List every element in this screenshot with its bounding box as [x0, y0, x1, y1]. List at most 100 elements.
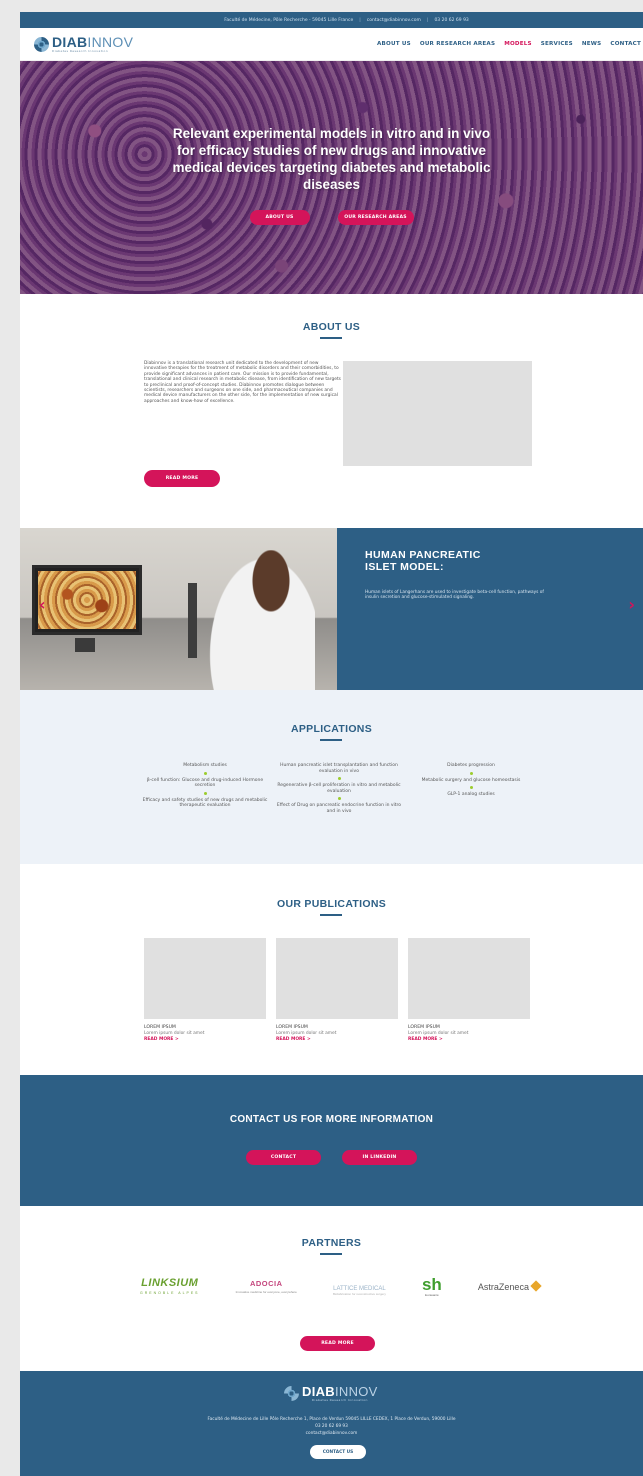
publication-read-more-link[interactable]: READ MORE > — [144, 1037, 266, 1042]
applications-column-1: Metabolism studies β-cell function: Gluc… — [140, 763, 270, 810]
nav-item-research-areas[interactable]: OUR RESEARCH AREAS — [420, 41, 495, 47]
application-item: Effect of Drug on pancreatic endocrine f… — [276, 803, 402, 814]
applications-title-underline — [320, 739, 342, 741]
footer-contact-us-button[interactable]: CONTACT US — [310, 1445, 366, 1459]
publications-section: OUR PUBLICATIONS LOREM IPSUM Lorem ipsum… — [20, 864, 643, 1075]
publication-image-placeholder — [276, 938, 398, 1019]
logo-name-bold: DIAB — [52, 34, 88, 50]
partner-logo-name: LINKSIUM — [141, 1277, 199, 1289]
application-item: Metabolic surgery and glucose homeostasi… — [421, 777, 521, 783]
publication-excerpt: Lorem ipsum dolor sit amet — [276, 1031, 337, 1036]
slider-prev-arrow-icon[interactable]: ‹ — [39, 597, 46, 613]
partner-logos: LINKSIUM GRENOBLE ALPES ADOCIA Innovativ… — [140, 1272, 542, 1300]
topbar-separator: | — [359, 17, 361, 23]
nav-item-models[interactable]: MODELS — [504, 41, 532, 47]
slider-next-arrow-icon[interactable]: › — [628, 597, 635, 613]
topbar-phone[interactable]: 03 20 62 69 93 — [434, 18, 468, 23]
linkedin-button[interactable]: IN LINKEDIN — [342, 1150, 417, 1165]
lab-photo — [20, 528, 337, 690]
publication-excerpt: Lorem ipsum dolor sit amet — [144, 1031, 205, 1036]
partners-title: PARTNERS — [301, 1237, 362, 1249]
bullet-dot-icon — [469, 786, 473, 790]
publication-title: LOREM IPSUM — [144, 1025, 176, 1030]
publication-card[interactable]: LOREM IPSUM Lorem ipsum dolor sit amet R… — [276, 938, 398, 1042]
publication-image-placeholder — [408, 938, 530, 1019]
partner-logo-adocia[interactable]: ADOCIA Innovative medicine for everyone,… — [236, 1272, 297, 1300]
about-title-underline — [320, 337, 342, 339]
topbar-address: Faculté de Médecine, Pôle Recherche - 59… — [224, 17, 354, 23]
about-title: ABOUT US — [302, 321, 361, 333]
application-item: Regenerative β-cell proliferation in vit… — [277, 783, 401, 794]
nav-item-contact[interactable]: CONTACT — [610, 41, 641, 47]
publication-read-more-link[interactable]: READ MORE > — [408, 1037, 530, 1042]
partner-logo-eurasante[interactable]: sh Eurasanté — [422, 1272, 442, 1300]
partner-logo-lattice-medical[interactable]: LATTICE MEDICAL Biofabrication for recon… — [333, 1272, 386, 1300]
footer-logo-name: DIABINNOV — [302, 1385, 378, 1398]
logo-text: DIABINNOV Diabetes Research Innovation — [52, 35, 133, 53]
partner-logo-sub: GRENOBLE ALPES — [140, 1291, 200, 1295]
hero-research-areas-button[interactable]: OUR RESEARCH AREAS — [337, 210, 414, 225]
publication-image-placeholder — [144, 938, 266, 1019]
site-logo[interactable]: DIABINNOV Diabetes Research Innovation — [34, 35, 133, 53]
slide-title-line-1: HUMAN PANCREATIC — [365, 549, 481, 561]
nav-item-news[interactable]: NEWS — [582, 41, 602, 47]
publications-title: OUR PUBLICATIONS — [276, 898, 387, 910]
publication-excerpt: Lorem ipsum dolor sit amet — [408, 1031, 469, 1036]
logo-name-light: INNOV — [87, 34, 134, 50]
bullet-dot-icon — [337, 777, 341, 781]
footer-phone[interactable]: 03 20 62 69 93 — [20, 1424, 643, 1429]
footer-email[interactable]: contact@diabinnov.com — [20, 1431, 643, 1436]
logo-flower-icon — [34, 36, 49, 52]
partner-logo-linksium[interactable]: LINKSIUM GRENOBLE ALPES — [140, 1272, 200, 1300]
application-item: GLP-1 analog studies — [447, 792, 495, 798]
bullet-dot-icon — [337, 797, 341, 801]
logo-flower-icon — [284, 1386, 299, 1401]
hero-about-us-button[interactable]: ABOUT US — [249, 210, 310, 225]
topbar-separator: | — [426, 17, 429, 23]
model-slider: HUMAN PANCREATIC ISLET MODEL: Human isle… — [20, 528, 643, 690]
logo-name: DIABINNOV — [52, 35, 133, 49]
hero-banner: Relevant experimental models in vitro an… — [20, 61, 643, 294]
nav-menu: ABOUT US OUR RESEARCH AREAS MODELS SERVI… — [377, 41, 643, 47]
partner-logo-astrazeneca[interactable]: AstraZeneca — [478, 1272, 542, 1300]
topbar-email[interactable]: contact@diabinnov.com — [367, 18, 421, 23]
application-item: Metabolism studies — [183, 763, 227, 768]
applications-section: APPLICATIONS Metabolism studies β-cell f… — [20, 690, 643, 864]
bullet-dot-icon — [203, 771, 207, 775]
partner-logo-name: ADOCIA — [249, 1278, 283, 1288]
applications-column-3: Diabetes progression Metabolic surgery a… — [406, 763, 536, 799]
slide-text-panel: HUMAN PANCREATIC ISLET MODEL: Human isle… — [337, 528, 643, 690]
applications-title: APPLICATIONS — [291, 723, 372, 735]
publication-title: LOREM IPSUM — [408, 1025, 440, 1030]
footer-logo[interactable]: DIABINNOV Diabetes Research Innovation — [284, 1385, 378, 1402]
site-footer: DIABINNOV Diabetes Research Innovation F… — [20, 1371, 643, 1476]
publication-read-more-link[interactable]: READ MORE > — [276, 1037, 398, 1042]
logo-tagline: Diabetes Research Innovation — [52, 49, 109, 53]
partner-logo-sub: Biofabrication for reconstructive surger… — [332, 1292, 386, 1296]
publication-card[interactable]: LOREM IPSUM Lorem ipsum dolor sit amet R… — [408, 938, 530, 1042]
contact-title: CONTACT US FOR MORE INFORMATION — [229, 1114, 434, 1125]
astrazeneca-mark-icon — [530, 1280, 542, 1292]
monitor-stand — [75, 638, 95, 652]
partner-logo-sub: Innovative medicine for everyone, everyw… — [235, 1289, 297, 1294]
hero-buttons: ABOUT US OUR RESEARCH AREAS — [20, 210, 643, 225]
partners-section: PARTNERS LINKSIUM GRENOBLE ALPES ADOCIA … — [20, 1206, 643, 1371]
footer-logo-name-light: INNOV — [334, 1384, 378, 1399]
publication-card[interactable]: LOREM IPSUM Lorem ipsum dolor sit amet R… — [144, 938, 266, 1042]
main-navigation: DIABINNOV Diabetes Research Innovation A… — [20, 28, 643, 61]
application-item: Efficacy and safety studies of new drugs… — [142, 797, 268, 809]
contact-button[interactable]: CONTACT — [246, 1150, 321, 1165]
about-text: Diabinnov is a translational research un… — [144, 361, 341, 404]
page: Faculté de Médecine, Pôle Recherche - 59… — [20, 12, 643, 1476]
application-item: Diabetes progression — [447, 763, 495, 768]
application-item: Human pancreatic islet transplantation a… — [280, 763, 398, 774]
partners-read-more-button[interactable]: READ MORE — [300, 1336, 375, 1351]
contact-section: CONTACT US FOR MORE INFORMATION CONTACT … — [20, 1075, 643, 1206]
nav-item-services[interactable]: SERVICES — [541, 41, 573, 47]
nav-item-about-us[interactable]: ABOUT US — [377, 41, 411, 47]
bullet-dot-icon — [203, 791, 207, 795]
footer-logo-text: DIABINNOV Diabetes Research Innovation — [302, 1385, 378, 1402]
publications-title-underline — [320, 914, 342, 916]
about-read-more-button[interactable]: READ MORE — [144, 470, 220, 487]
partner-logo-name: sh — [421, 1274, 442, 1294]
